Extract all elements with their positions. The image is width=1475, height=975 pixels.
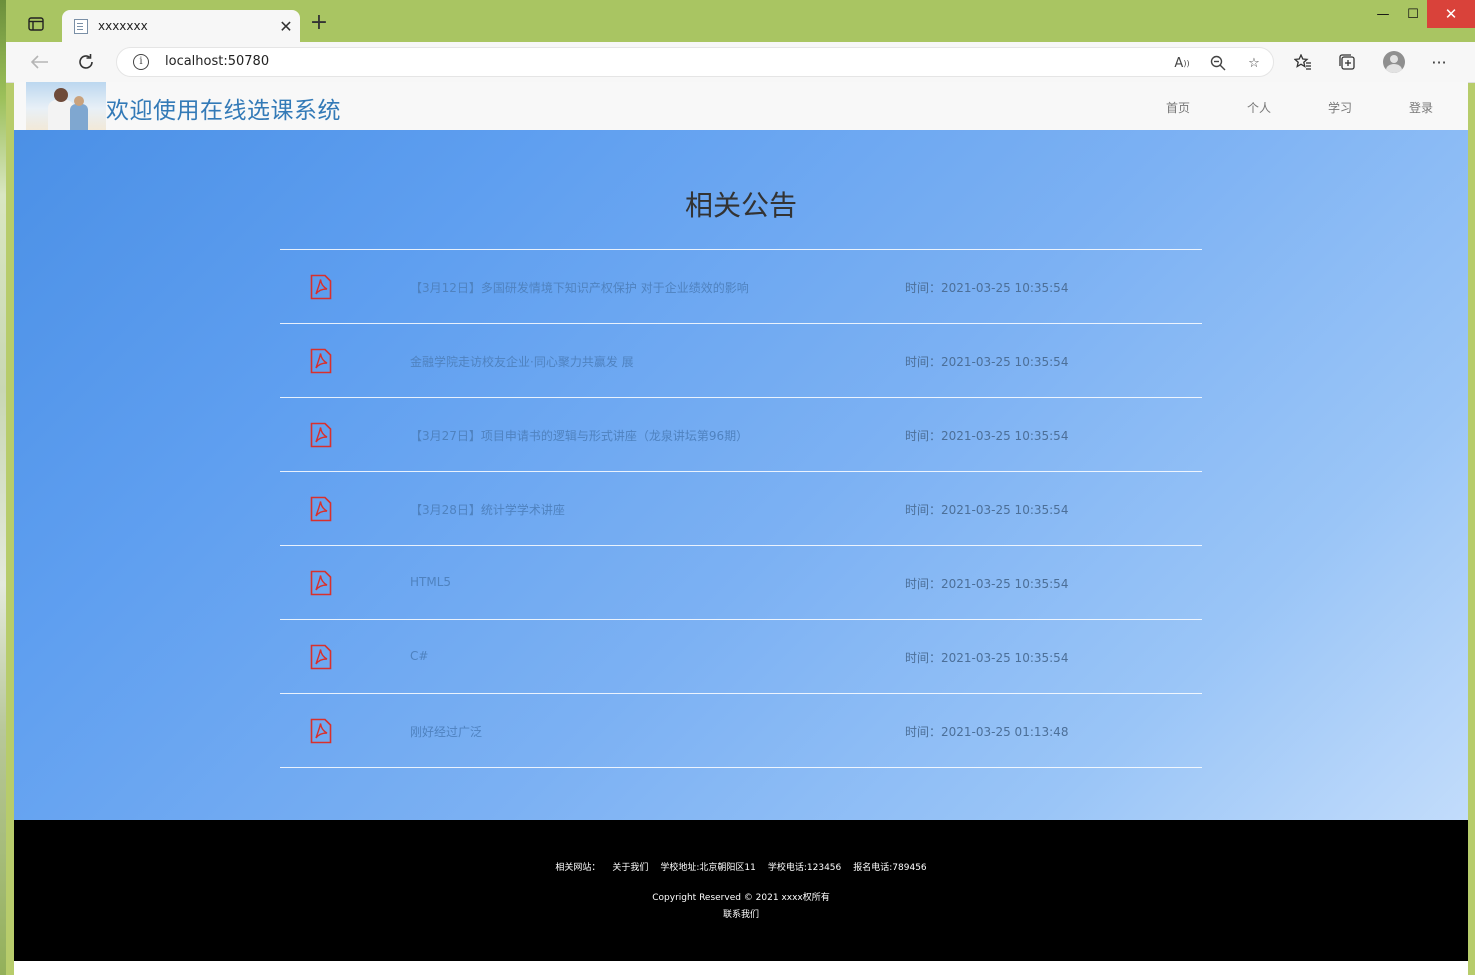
- web-page: 欢迎使用在线选课系统 首页 个人 学习 登录 相关公告 【3月12日】多国研发情…: [14, 82, 1468, 975]
- browser-toolbar: i localhost:50780 A)) ☆ ···: [6, 42, 1475, 83]
- nav-study[interactable]: 学习: [1328, 99, 1352, 116]
- read-aloud-icon[interactable]: A)): [1173, 54, 1191, 72]
- site-logo-image: [26, 82, 106, 130]
- notice-list: 【3月12日】多国研发情境下知识产权保护 对于企业绩效的影响时间：2021-03…: [280, 249, 1202, 768]
- refresh-icon[interactable]: [74, 50, 98, 74]
- notice-title[interactable]: 金融学院走访校友企业·同心聚力共赢发 展: [410, 353, 634, 370]
- nav-personal[interactable]: 个人: [1247, 99, 1271, 116]
- new-tab-icon[interactable]: +: [309, 12, 329, 34]
- notice-row[interactable]: 【3月12日】多国研发情境下知识产权保护 对于企业绩效的影响 时间：2021-03…: [280, 250, 1202, 324]
- section-heading: 相关公告: [684, 189, 797, 222]
- notice-title[interactable]: 【3月28日】统计学学术讲座: [410, 501, 565, 518]
- nav-login[interactable]: 登录: [1409, 99, 1433, 116]
- notice-title[interactable]: C#: [410, 649, 428, 663]
- notice-time: 时间：2021-03-25 10:35:54: [905, 429, 1069, 443]
- collections-icon[interactable]: [1337, 52, 1357, 72]
- site-info-icon[interactable]: i: [133, 54, 149, 70]
- favorites-icon[interactable]: [1293, 52, 1313, 72]
- more-menu-icon[interactable]: ···: [1429, 52, 1449, 72]
- pdf-icon[interactable]: [310, 422, 332, 448]
- tab-title: xxxxxxx: [98, 19, 148, 33]
- notice-title[interactable]: 【3月12日】多国研发情境下知识产权保护 对于企业绩效的影响: [410, 279, 749, 296]
- notice-time: 时间：2021-03-25 10:35:54: [905, 281, 1069, 295]
- pdf-icon[interactable]: [310, 274, 332, 300]
- pdf-icon[interactable]: [310, 348, 332, 374]
- pdf-icon[interactable]: [310, 496, 332, 522]
- pdf-icon[interactable]: [310, 644, 332, 670]
- footer-link[interactable]: 学校地址:北京朝阳区11: [660, 863, 756, 873]
- notice-time: 时间：2021-03-25 10:35:54: [905, 651, 1069, 665]
- notice-title[interactable]: 【3月27日】项目申请书的逻辑与形式讲座（龙泉讲坛第96期）: [410, 427, 748, 444]
- footer-links: 相关网站： 关于我们 学校地址:北京朝阳区11 学校电话:123456 报名电话:789…: [14, 860, 1468, 873]
- notice-time: 时间：2021-03-25 01:13:48: [905, 725, 1069, 739]
- browser-titlebar: xxxxxxx ✕ + — ☐ ✕: [6, 0, 1475, 43]
- pdf-icon[interactable]: [310, 570, 332, 596]
- footer-link[interactable]: 报名电话:789456: [853, 863, 926, 873]
- footer-link: 相关网站：: [555, 863, 601, 873]
- site-title[interactable]: 欢迎使用在线选课系统: [106, 91, 341, 125]
- notice-time: 时间：2021-03-25 10:35:54: [905, 355, 1069, 369]
- notice-time: 时间：2021-03-25 10:35:54: [905, 503, 1069, 517]
- footer-link[interactable]: 学校电话:123456: [768, 863, 841, 873]
- pdf-icon[interactable]: [310, 718, 332, 744]
- profile-avatar-icon[interactable]: [1383, 51, 1405, 73]
- notice-title[interactable]: HTML5: [410, 575, 451, 589]
- notice-row[interactable]: 【3月27日】项目申请书的逻辑与形式讲座（龙泉讲坛第96期） 时间：2021-03…: [280, 398, 1202, 472]
- notice-row[interactable]: 金融学院走访校友企业·同心聚力共赢发 展 时间：2021-03-25 10:35:…: [280, 324, 1202, 398]
- notice-row[interactable]: C# 时间：2021-03-25 10:35:54: [280, 620, 1202, 694]
- page-favicon-icon: [74, 19, 88, 34]
- copyright-text: Copyright Reserved © 2021 xxxx权所有: [652, 893, 830, 903]
- page-bottom: [14, 961, 1468, 975]
- notice-title[interactable]: 刚好经过广泛: [410, 723, 482, 740]
- notice-row[interactable]: 【3月28日】统计学学术讲座 时间：2021-03-25 10:35:54: [280, 472, 1202, 546]
- notice-row[interactable]: HTML5 时间：2021-03-25 10:35:54: [280, 546, 1202, 620]
- back-arrow-icon[interactable]: [28, 50, 52, 74]
- minimize-icon[interactable]: —: [1368, 0, 1398, 28]
- add-favorite-icon[interactable]: ☆: [1245, 54, 1263, 72]
- notice-section: 相关公告 【3月12日】多国研发情境下知识产权保护 对于企业绩效的影响时间：20…: [14, 130, 1468, 820]
- address-bar[interactable]: i localhost:50780 A)) ☆: [116, 47, 1274, 77]
- site-header: 欢迎使用在线选课系统 首页 个人 学习 登录: [14, 82, 1468, 131]
- zoom-out-icon[interactable]: [1209, 54, 1227, 72]
- notice-row[interactable]: 刚好经过广泛 时间：2021-03-25 01:13:48: [280, 694, 1202, 768]
- footer-link[interactable]: 关于我们: [612, 863, 648, 873]
- tab-actions-icon[interactable]: [26, 14, 46, 34]
- site-footer: 相关网站： 关于我们 学校地址:北京朝阳区11 学校电话:123456 报名电话:789…: [14, 820, 1468, 961]
- maximize-icon[interactable]: ☐: [1398, 0, 1428, 28]
- url-text[interactable]: localhost:50780: [165, 54, 269, 69]
- close-tab-icon[interactable]: ✕: [276, 16, 296, 36]
- window-close-icon[interactable]: ✕: [1427, 0, 1475, 28]
- notice-time: 时间：2021-03-25 10:35:54: [905, 577, 1069, 591]
- contact-us-link[interactable]: 联系我们: [14, 907, 1468, 920]
- nav-home[interactable]: 首页: [1166, 99, 1190, 116]
- browser-window: xxxxxxx ✕ + — ☐ ✕ i localhost:50780 A)) …: [6, 0, 1475, 975]
- browser-tab[interactable]: xxxxxxx ✕: [62, 10, 300, 43]
